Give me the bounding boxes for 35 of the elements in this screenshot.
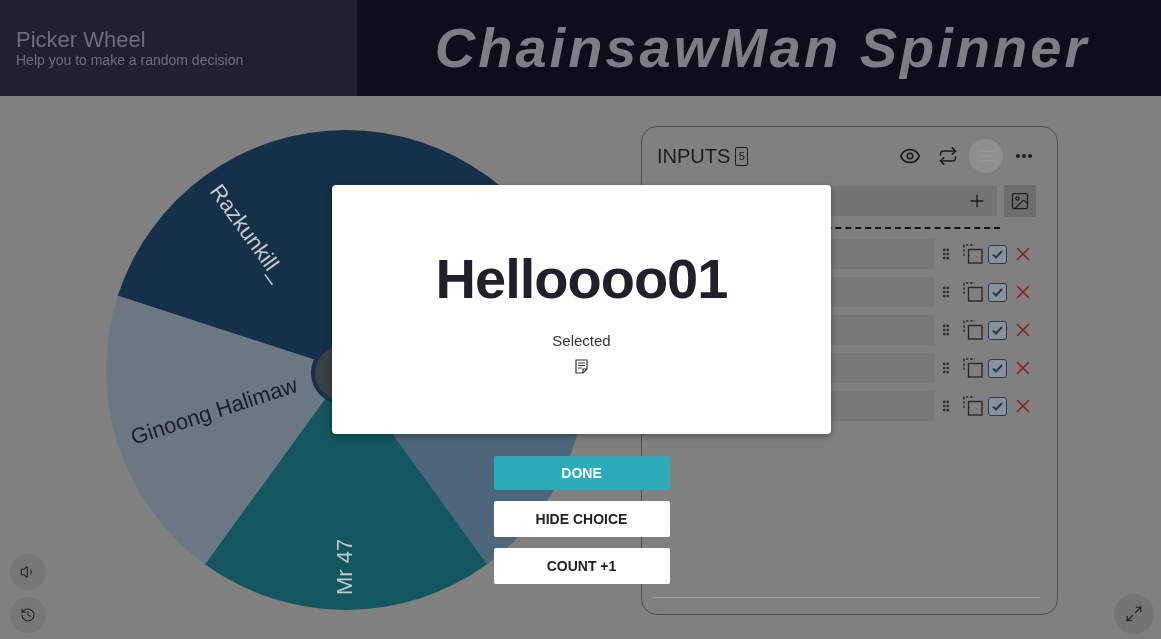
image-icon (1010, 191, 1030, 211)
expand-icon (1125, 605, 1143, 623)
inputs-title: INPUTS (657, 146, 731, 166)
app-title: Picker Wheel (16, 28, 146, 52)
check-icon (992, 363, 1003, 373)
checkbox[interactable] (988, 320, 1007, 340)
copy-icon[interactable] (963, 396, 983, 416)
check-icon (992, 401, 1003, 411)
image-button[interactable] (1004, 185, 1036, 217)
history-icon (20, 607, 36, 623)
fullscreen-button[interactable] (1114, 594, 1154, 634)
copy-icon[interactable] (963, 358, 983, 378)
segment-label: Ginoong Halimaw (127, 372, 301, 450)
checkbox[interactable] (988, 396, 1007, 416)
checkbox[interactable] (988, 358, 1007, 378)
segment-label: Mr 47 (331, 538, 357, 595)
note-icon[interactable] (575, 359, 588, 374)
repeat-icon (938, 146, 958, 166)
checkbox[interactable] (988, 282, 1007, 302)
check-icon (992, 287, 1003, 297)
checkbox[interactable] (988, 244, 1007, 264)
selected-choice: Helloooo01 (435, 247, 728, 311)
copy-icon[interactable] (963, 320, 983, 340)
selected-caption: Selected (552, 331, 611, 351)
more-icon (1016, 154, 1032, 158)
action-button[interactable]: HIDE CHOICE (493, 501, 670, 537)
check-icon (992, 249, 1003, 259)
app-subtitle: Help you to make a random decision (16, 52, 244, 68)
sound-button[interactable] (10, 554, 46, 590)
history-button[interactable] (10, 597, 46, 633)
count-badge: 5 (735, 146, 749, 166)
copy-icon[interactable] (963, 244, 983, 264)
action-button[interactable]: COUNT +1 (493, 548, 670, 584)
copy-icon[interactable] (963, 282, 983, 302)
check-icon (992, 325, 1003, 335)
